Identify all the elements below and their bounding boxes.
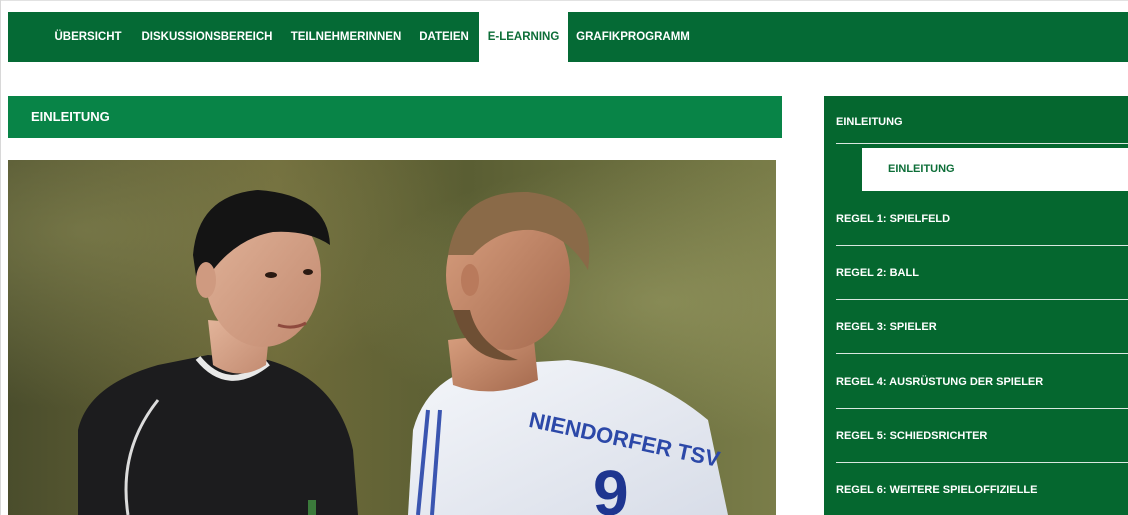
- nav-tab-dateien[interactable]: DATEIEN: [414, 12, 474, 62]
- sidebar-subitem-einleitung[interactable]: EINLEITUNG: [862, 148, 1128, 191]
- page-title: EINLEITUNG: [31, 109, 110, 124]
- nav-tab-e-learning[interactable]: E-LEARNING: [479, 12, 568, 62]
- nav-tab-grafikprogramm[interactable]: GRAFIKPROGRAMM: [574, 12, 692, 62]
- sidebar-section-label: EINLEITUNG: [836, 116, 903, 128]
- divider: [836, 353, 1128, 354]
- sidebar-item-label: REGEL 6: WEITERE SPIELOFFIZIELLE: [836, 484, 1038, 496]
- lesson-image: NIENDORFER TSV 9: [8, 160, 776, 515]
- sidebar-subitem-label: EINLEITUNG: [888, 163, 955, 175]
- lesson-sidebar: EINLEITUNG EINLEITUNG REGEL 1: SPIELFELD…: [824, 96, 1128, 515]
- nav-tab-diskussionsbereich[interactable]: DISKUSSIONSBEREICH: [138, 12, 276, 62]
- sidebar-item-regel-2[interactable]: REGEL 2: BALL: [824, 246, 1128, 300]
- sidebar-item-regel-4[interactable]: REGEL 4: AUSRÜSTUNG DER SPIELER: [824, 355, 1128, 409]
- sidebar-item-label: REGEL 1: SPIELFELD: [836, 213, 951, 225]
- sidebar-section-einleitung[interactable]: EINLEITUNG: [824, 96, 1128, 144]
- sidebar-item-regel-1[interactable]: REGEL 1: SPIELFELD: [824, 192, 1128, 246]
- divider: [836, 143, 1128, 144]
- nav-tab-teilnehmerinnen[interactable]: TEILNEHMERINNEN: [288, 12, 404, 62]
- jersey-number: 9: [593, 457, 629, 515]
- sidebar-item-label: REGEL 2: BALL: [836, 267, 919, 279]
- referee-player-photo: NIENDORFER TSV 9: [8, 160, 776, 515]
- sidebar-item-label: REGEL 3: SPIELER: [836, 321, 937, 333]
- sidebar-item-label: REGEL 5: SCHIEDSRICHTER: [836, 430, 988, 442]
- sidebar-item-regel-6[interactable]: REGEL 6: WEITERE SPIELOFFIZIELLE: [824, 463, 1128, 515]
- top-navigation: ÜBERSICHT DISKUSSIONSBEREICH TEILNEHMERI…: [8, 12, 1128, 62]
- sidebar-item-regel-5[interactable]: REGEL 5: SCHIEDSRICHTER: [824, 409, 1128, 463]
- window-border-top: [0, 0, 1128, 1]
- sidebar-item-label: REGEL 4: AUSRÜSTUNG DER SPIELER: [836, 376, 1044, 388]
- content-heading-bar: EINLEITUNG: [8, 96, 782, 138]
- window-border-left: [0, 0, 1, 515]
- sidebar-item-regel-3[interactable]: REGEL 3: SPIELER: [824, 300, 1128, 354]
- nav-tab-uebersicht[interactable]: ÜBERSICHT: [50, 12, 126, 62]
